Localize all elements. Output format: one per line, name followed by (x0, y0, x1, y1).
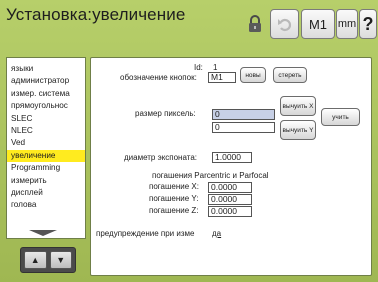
sidebar-item-magnification[interactable]: увеличение (7, 149, 85, 163)
m1-button-label: M1 (308, 16, 328, 32)
calc-y-button[interactable]: вычуить Y (280, 120, 316, 140)
help-button-label: ? (362, 13, 374, 34)
undo-icon (277, 18, 291, 32)
sidebar-item-nlec[interactable]: NLEC (7, 125, 85, 137)
units-button[interactable]: mm (336, 9, 358, 39)
offset-x-label: погашение X: (149, 182, 199, 191)
offset-y-label: погашение Y: (149, 194, 199, 203)
sidebar-item-display[interactable]: дисплей (7, 187, 85, 199)
sidebar-item-administrator[interactable]: администратор (7, 75, 85, 87)
offset-y-field[interactable]: 0.0000 (208, 194, 252, 205)
learn-button[interactable]: учить (321, 108, 360, 126)
units-button-label: mm (337, 18, 357, 30)
undo-button[interactable] (270, 9, 299, 39)
diameter-label: диаметр экспоната: (124, 153, 197, 162)
id-label: Id: (194, 63, 203, 72)
pixel-size-y-field[interactable]: 0 (212, 122, 275, 133)
diameter-field[interactable]: 1.0000 (212, 152, 252, 163)
offset-z-field[interactable]: 0.0000 (208, 206, 252, 217)
pixel-size-label: размер пиксель: (135, 109, 196, 118)
sidebar-item-measure[interactable]: измерить (7, 175, 85, 187)
button-name-field[interactable]: M1 (208, 72, 236, 83)
scroll-down-button[interactable]: ▼ (49, 251, 72, 269)
page-title: Установка:увеличение (6, 5, 186, 24)
help-button[interactable]: ? (359, 9, 377, 39)
scroll-up-button[interactable]: ▲ (24, 251, 47, 269)
m1-button[interactable]: M1 (301, 9, 335, 39)
arrow-down-icon: ▼ (56, 255, 66, 265)
sidebar-item-squareness[interactable]: прямоугольнос (7, 100, 85, 112)
sidebar-item-languages[interactable]: языки (7, 63, 85, 75)
sidebar-item-slec[interactable]: SLEC (7, 113, 85, 125)
sidebar-item-ved[interactable]: Ved (7, 137, 85, 149)
warning-toggle[interactable]: да (212, 229, 221, 238)
sidebar-item-head[interactable]: голова (7, 199, 85, 211)
calc-x-button[interactable]: вычуить X (280, 96, 316, 116)
sidebar-item-measure-system[interactable]: измер. система (7, 88, 85, 100)
new-button[interactable]: новы (240, 67, 266, 83)
settings-panel: Id: 1 обозначение кнопок: M1 новы стерет… (90, 57, 372, 276)
button-name-label: обозначение кнопок: (120, 73, 197, 82)
more-items-indicator (29, 230, 57, 236)
sidebar-menu[interactable]: языки администратор измер. система прямо… (6, 57, 86, 239)
lock-icon[interactable] (247, 15, 263, 33)
warning-label: предупреждение при изме (96, 229, 195, 238)
scroll-buttons: ▲ ▼ (20, 247, 76, 273)
parcentric-title: погашения Parcentric и Parfocal (152, 171, 269, 180)
id-value: 1 (213, 63, 218, 72)
arrow-up-icon: ▲ (30, 255, 40, 265)
offset-x-field[interactable]: 0.0000 (208, 182, 252, 193)
delete-button[interactable]: стереть (273, 67, 307, 83)
sidebar-item-programming[interactable]: Programming (7, 162, 85, 174)
pixel-size-x-field[interactable]: 0 (212, 109, 275, 120)
offset-z-label: погашение Z: (149, 206, 199, 215)
